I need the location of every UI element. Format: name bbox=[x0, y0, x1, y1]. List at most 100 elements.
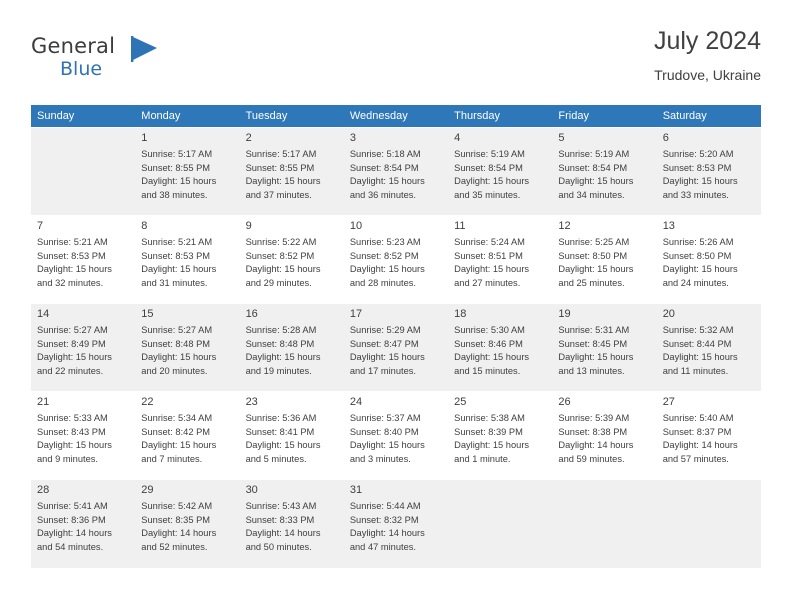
weekday-header-friday: Friday bbox=[552, 105, 657, 128]
day-detail: Sunrise: 5:21 AM Sunset: 8:53 PM Dayligh… bbox=[37, 237, 112, 288]
day-number: 30 bbox=[245, 484, 258, 496]
day-number: 5 bbox=[558, 132, 565, 144]
day-number: 23 bbox=[245, 396, 258, 408]
calendar-day-cell[interactable] bbox=[552, 479, 657, 568]
page-header: General Blue July 2024 Trudove, Ukraine bbox=[31, 26, 761, 98]
weekday-header-saturday: Saturday bbox=[656, 105, 761, 128]
day-number: 29 bbox=[141, 484, 154, 496]
weekday-header-sunday: Sunday bbox=[31, 105, 136, 128]
calendar-day-cell[interactable]: 22 Sunrise: 5:34 AM Sunset: 8:42 PM Dayl… bbox=[135, 391, 240, 480]
calendar-day-cell[interactable]: 7 Sunrise: 5:21 AM Sunset: 8:53 PM Dayli… bbox=[31, 215, 136, 304]
day-number: 12 bbox=[558, 220, 571, 232]
day-detail: Sunrise: 5:44 AM Sunset: 8:32 PM Dayligh… bbox=[349, 501, 425, 552]
day-number: 11 bbox=[454, 220, 466, 232]
calendar-day-cell[interactable]: 29 Sunrise: 5:42 AM Sunset: 8:35 PM Dayl… bbox=[135, 479, 240, 568]
day-detail: Sunrise: 5:22 AM Sunset: 8:52 PM Dayligh… bbox=[245, 237, 321, 288]
calendar-day-cell[interactable]: 28 Sunrise: 5:41 AM Sunset: 8:36 PM Dayl… bbox=[31, 479, 136, 568]
calendar-day-cell[interactable]: 1 Sunrise: 5:17 AM Sunset: 8:55 PM Dayli… bbox=[135, 127, 240, 216]
day-number: 20 bbox=[662, 308, 675, 320]
calendar-day-cell[interactable]: 20 Sunrise: 5:32 AM Sunset: 8:44 PM Dayl… bbox=[656, 303, 761, 392]
weekday-header-tuesday: Tuesday bbox=[239, 105, 344, 128]
brand-name-primary: General bbox=[31, 34, 116, 58]
day-detail: Sunrise: 5:33 AM Sunset: 8:43 PM Dayligh… bbox=[37, 413, 112, 464]
calendar-day-cell[interactable]: 24 Sunrise: 5:37 AM Sunset: 8:40 PM Dayl… bbox=[343, 391, 449, 480]
weekday-header-row: Sunday Monday Tuesday Wednesday Thursday… bbox=[31, 105, 761, 128]
calendar-day-cell[interactable]: 30 Sunrise: 5:43 AM Sunset: 8:33 PM Dayl… bbox=[239, 479, 344, 568]
calendar-day-cell[interactable] bbox=[656, 479, 761, 568]
day-number: 8 bbox=[141, 220, 148, 232]
day-number: 4 bbox=[454, 132, 461, 144]
day-number: 27 bbox=[662, 396, 675, 408]
calendar-day-cell[interactable]: 3 Sunrise: 5:18 AM Sunset: 8:54 PM Dayli… bbox=[343, 127, 449, 216]
day-number: 14 bbox=[37, 308, 50, 320]
calendar-table: Sunday Monday Tuesday Wednesday Thursday… bbox=[31, 105, 761, 568]
day-detail: Sunrise: 5:19 AM Sunset: 8:54 PM Dayligh… bbox=[454, 149, 530, 200]
calendar-day-cell[interactable]: 26 Sunrise: 5:39 AM Sunset: 8:38 PM Dayl… bbox=[552, 391, 657, 480]
calendar-week-row: 21 Sunrise: 5:33 AM Sunset: 8:43 PM Dayl… bbox=[31, 391, 761, 480]
day-detail: Sunrise: 5:25 AM Sunset: 8:50 PM Dayligh… bbox=[558, 237, 634, 288]
day-detail: Sunrise: 5:30 AM Sunset: 8:46 PM Dayligh… bbox=[454, 325, 530, 376]
day-detail: Sunrise: 5:17 AM Sunset: 8:55 PM Dayligh… bbox=[141, 149, 217, 200]
day-detail: Sunrise: 5:36 AM Sunset: 8:41 PM Dayligh… bbox=[245, 413, 321, 464]
calendar-day-cell[interactable]: 4 Sunrise: 5:19 AM Sunset: 8:54 PM Dayli… bbox=[448, 127, 553, 216]
day-number: 6 bbox=[662, 132, 669, 144]
calendar-day-cell[interactable]: 9 Sunrise: 5:22 AM Sunset: 8:52 PM Dayli… bbox=[239, 215, 344, 304]
calendar-day-cell[interactable]: 5 Sunrise: 5:19 AM Sunset: 8:54 PM Dayli… bbox=[552, 127, 657, 216]
day-detail: Sunrise: 5:34 AM Sunset: 8:42 PM Dayligh… bbox=[141, 413, 217, 464]
day-detail: Sunrise: 5:20 AM Sunset: 8:53 PM Dayligh… bbox=[662, 149, 738, 200]
day-number: 26 bbox=[558, 396, 571, 408]
calendar-week-row: 7 Sunrise: 5:21 AM Sunset: 8:53 PM Dayli… bbox=[31, 215, 761, 304]
day-number: 18 bbox=[454, 308, 467, 320]
day-number: 9 bbox=[245, 220, 252, 232]
calendar-day-cell[interactable]: 14 Sunrise: 5:27 AM Sunset: 8:49 PM Dayl… bbox=[31, 303, 136, 392]
day-detail: Sunrise: 5:37 AM Sunset: 8:40 PM Dayligh… bbox=[349, 413, 425, 464]
calendar-page: General Blue July 2024 Trudove, Ukraine … bbox=[0, 0, 792, 612]
page-title: July 2024 bbox=[653, 27, 761, 55]
calendar-day-cell[interactable]: 17 Sunrise: 5:29 AM Sunset: 8:47 PM Dayl… bbox=[343, 303, 449, 392]
day-detail: Sunrise: 5:17 AM Sunset: 8:55 PM Dayligh… bbox=[245, 149, 321, 200]
day-number: 24 bbox=[349, 396, 363, 408]
day-number: 1 bbox=[141, 132, 148, 144]
calendar-day-cell[interactable]: 6 Sunrise: 5:20 AM Sunset: 8:53 PM Dayli… bbox=[656, 127, 761, 216]
day-detail: Sunrise: 5:39 AM Sunset: 8:38 PM Dayligh… bbox=[558, 413, 634, 464]
calendar-day-cell[interactable]: 21 Sunrise: 5:33 AM Sunset: 8:43 PM Dayl… bbox=[31, 391, 136, 480]
flag-icon bbox=[131, 36, 161, 62]
day-detail: Sunrise: 5:42 AM Sunset: 8:35 PM Dayligh… bbox=[141, 501, 217, 552]
calendar-day-cell[interactable] bbox=[31, 127, 136, 216]
day-number: 13 bbox=[662, 220, 675, 232]
weekday-header-wednesday: Wednesday bbox=[343, 105, 449, 128]
day-detail: Sunrise: 5:27 AM Sunset: 8:49 PM Dayligh… bbox=[37, 325, 112, 376]
day-detail: Sunrise: 5:28 AM Sunset: 8:48 PM Dayligh… bbox=[245, 325, 321, 376]
day-number: 3 bbox=[349, 132, 356, 144]
day-number: 19 bbox=[558, 308, 571, 320]
day-detail: Sunrise: 5:21 AM Sunset: 8:53 PM Dayligh… bbox=[141, 237, 217, 288]
day-number: 21 bbox=[37, 396, 50, 408]
day-number: 2 bbox=[245, 132, 252, 144]
calendar-day-cell[interactable]: 15 Sunrise: 5:27 AM Sunset: 8:48 PM Dayl… bbox=[135, 303, 240, 392]
day-detail: Sunrise: 5:43 AM Sunset: 8:33 PM Dayligh… bbox=[245, 501, 321, 552]
day-number: 28 bbox=[37, 484, 50, 496]
calendar-day-cell[interactable] bbox=[448, 479, 553, 568]
calendar-day-cell[interactable]: 11 Sunrise: 5:24 AM Sunset: 8:51 PM Dayl… bbox=[448, 215, 553, 304]
day-number: 16 bbox=[245, 308, 258, 320]
calendar-day-cell[interactable]: 25 Sunrise: 5:38 AM Sunset: 8:39 PM Dayl… bbox=[448, 391, 553, 480]
calendar-day-cell[interactable]: 18 Sunrise: 5:30 AM Sunset: 8:46 PM Dayl… bbox=[448, 303, 553, 392]
calendar-day-cell[interactable]: 19 Sunrise: 5:31 AM Sunset: 8:45 PM Dayl… bbox=[552, 303, 657, 392]
calendar-day-cell[interactable]: 2 Sunrise: 5:17 AM Sunset: 8:55 PM Dayli… bbox=[239, 127, 344, 216]
calendar-day-cell[interactable]: 10 Sunrise: 5:23 AM Sunset: 8:52 PM Dayl… bbox=[343, 215, 449, 304]
day-detail: Sunrise: 5:26 AM Sunset: 8:50 PM Dayligh… bbox=[662, 237, 738, 288]
calendar-day-cell[interactable]: 12 Sunrise: 5:25 AM Sunset: 8:50 PM Dayl… bbox=[552, 215, 657, 304]
calendar-day-cell[interactable]: 16 Sunrise: 5:28 AM Sunset: 8:48 PM Dayl… bbox=[239, 303, 344, 392]
calendar-day-cell[interactable]: 23 Sunrise: 5:36 AM Sunset: 8:41 PM Dayl… bbox=[239, 391, 344, 480]
day-number: 15 bbox=[141, 308, 154, 320]
day-number: 22 bbox=[141, 396, 154, 408]
calendar-day-cell[interactable]: 13 Sunrise: 5:26 AM Sunset: 8:50 PM Dayl… bbox=[656, 215, 761, 304]
calendar-week-row: 28 Sunrise: 5:41 AM Sunset: 8:36 PM Dayl… bbox=[31, 479, 761, 568]
day-detail: Sunrise: 5:38 AM Sunset: 8:39 PM Dayligh… bbox=[454, 413, 530, 464]
calendar-day-cell[interactable]: 31 Sunrise: 5:44 AM Sunset: 8:32 PM Dayl… bbox=[343, 479, 449, 568]
calendar-day-cell[interactable]: 8 Sunrise: 5:21 AM Sunset: 8:53 PM Dayli… bbox=[135, 215, 240, 304]
brand-logo[interactable]: General Blue bbox=[31, 34, 251, 82]
calendar-day-cell[interactable]: 27 Sunrise: 5:40 AM Sunset: 8:37 PM Dayl… bbox=[656, 391, 761, 480]
day-detail: Sunrise: 5:23 AM Sunset: 8:52 PM Dayligh… bbox=[349, 237, 425, 288]
day-detail: Sunrise: 5:31 AM Sunset: 8:45 PM Dayligh… bbox=[558, 325, 634, 376]
